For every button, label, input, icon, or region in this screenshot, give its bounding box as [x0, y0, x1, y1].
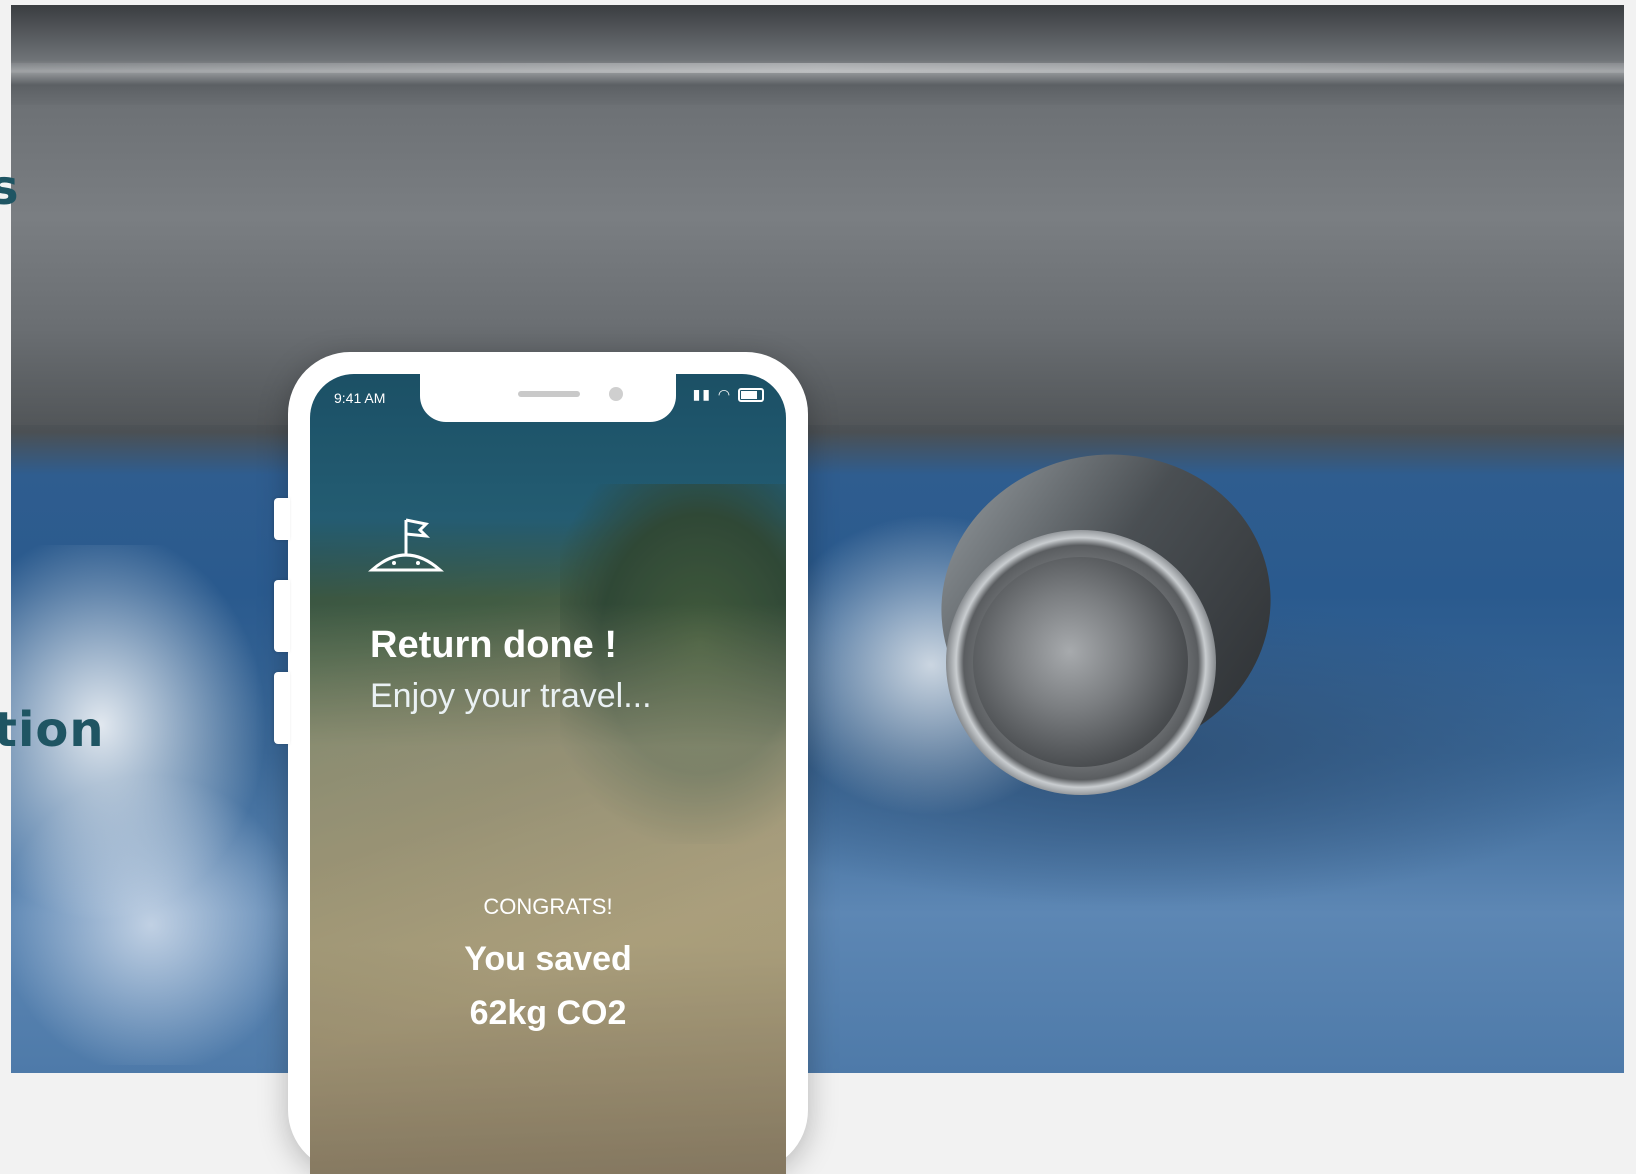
saved-label: You saved	[464, 940, 632, 978]
phone-notch	[420, 374, 676, 422]
bumper-shine	[11, 63, 1624, 73]
signal-icon: ▮▮	[692, 386, 712, 402]
saved-amount: 62kg CO2	[469, 994, 627, 1032]
phone-screen: 9:41 AM ▮▮ ◠ Return done ! Enjoy your tr…	[310, 374, 786, 1174]
status-time: 9:41 AM	[334, 390, 386, 406]
phone-volume-up-button	[274, 580, 290, 652]
left-heading-fragment-1: s	[0, 160, 20, 216]
sky-clouds	[11, 545, 311, 1065]
exhaust-pipe-inner	[973, 557, 1188, 767]
phone-mockup: 9:41 AM ▮▮ ◠ Return done ! Enjoy your tr…	[274, 352, 808, 1174]
car-bumper	[11, 105, 1624, 425]
battery-icon	[738, 388, 764, 403]
congrats-label: CONGRATS!	[483, 894, 613, 919]
screen-title: Return done !	[370, 624, 617, 666]
bumper-edge	[11, 5, 1624, 105]
speaker-grille	[518, 391, 580, 397]
status-icons: ▮▮ ◠	[693, 386, 764, 403]
flag-icon	[368, 518, 444, 572]
screen-overlay	[310, 374, 786, 1174]
left-heading-fragment-2: tion	[0, 702, 105, 758]
hero-image	[11, 5, 1624, 1073]
phone-volume-down-button	[274, 672, 290, 744]
phone-side-button	[274, 498, 290, 540]
front-camera	[609, 387, 623, 401]
screen-subtitle: Enjoy your travel...	[370, 677, 652, 715]
wifi-icon: ◠	[717, 386, 733, 402]
